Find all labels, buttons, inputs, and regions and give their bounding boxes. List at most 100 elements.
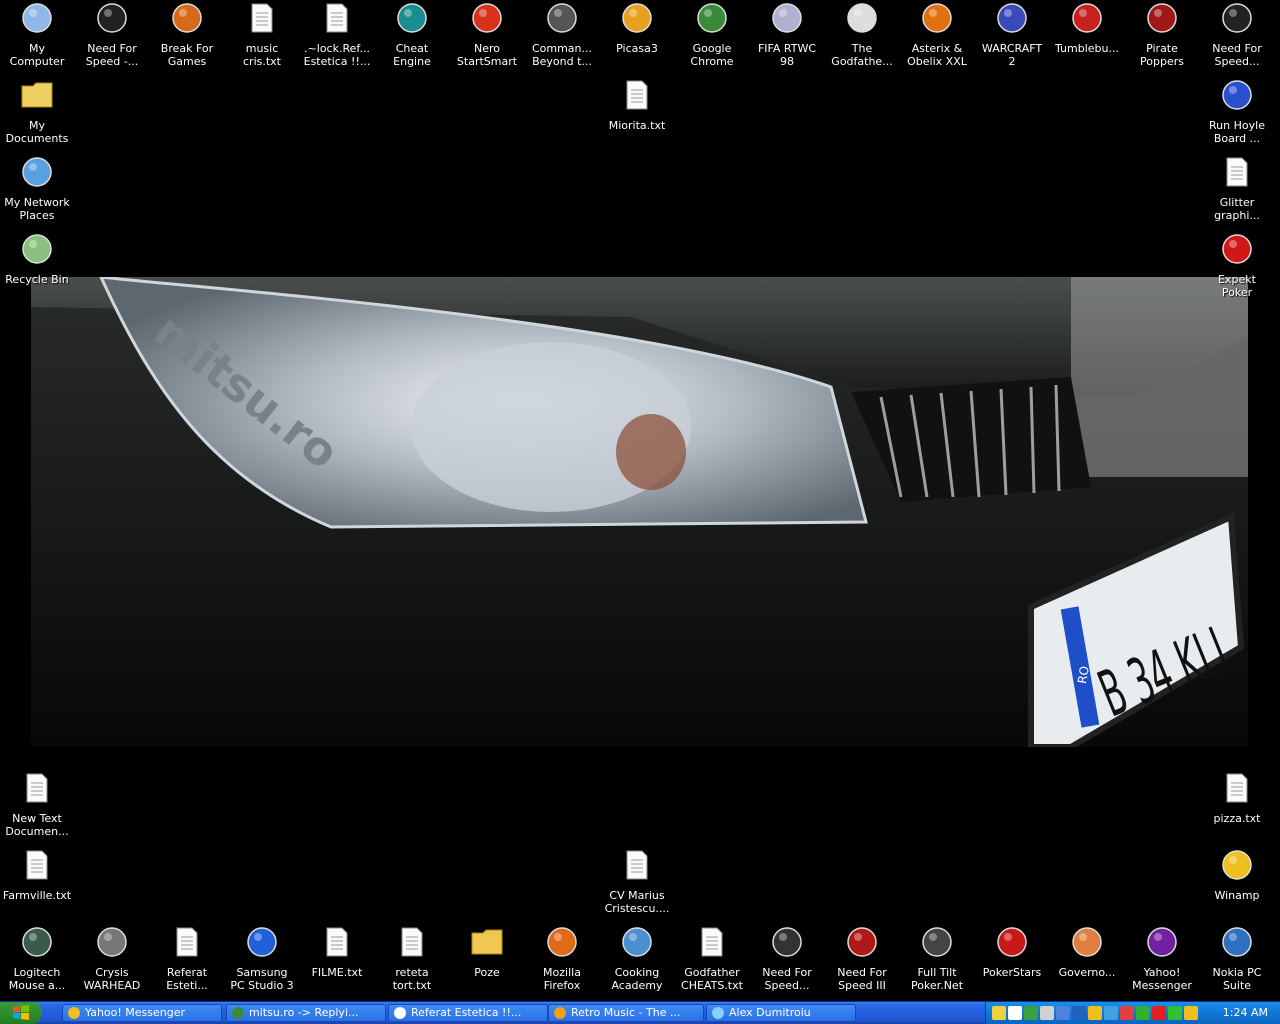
samsung-icon — [245, 925, 279, 959]
task-label: Yahoo! Messenger — [85, 1006, 186, 1019]
nokia-icon — [1220, 925, 1254, 959]
start-button[interactable] — [0, 1002, 42, 1024]
desktop-icon-label: Run Hoyle Board ... — [1209, 119, 1265, 145]
text-file-icon — [1220, 155, 1254, 189]
desktop-icon[interactable]: Need For Speed... — [750, 924, 824, 998]
desktop-icon-label: New Text Documen... — [5, 812, 69, 838]
windows-logo-icon — [13, 1005, 29, 1020]
tray-icon[interactable] — [1072, 1006, 1086, 1020]
desktop-icon[interactable]: WARCRAFT 2 — [975, 0, 1049, 74]
desktop-icon-label: music cris.txt — [243, 42, 281, 68]
tray-icon[interactable] — [992, 1006, 1006, 1020]
tray-icon[interactable] — [1088, 1006, 1102, 1020]
desktop-icon[interactable]: Winamp — [1200, 847, 1274, 921]
desktop-icon[interactable]: PokerStars — [975, 924, 1049, 998]
system-tray: 1:24 AM — [985, 1002, 1280, 1024]
document-icon — [320, 1, 354, 35]
desktop-icon[interactable]: Referat Esteti... — [150, 924, 224, 998]
task-label: Alex Dumitroiu — [729, 1006, 811, 1019]
desktop-icon[interactable]: Break For Games — [150, 0, 224, 74]
tray-icon[interactable] — [1136, 1006, 1150, 1020]
tray-icon[interactable] — [1040, 1006, 1054, 1020]
desktop-icon[interactable]: Glitter graphi... — [1200, 154, 1274, 228]
desktop-icon[interactable]: Tumblebu... — [1050, 0, 1124, 74]
task-referat[interactable]: Referat Estetica !!... — [388, 1004, 548, 1022]
expekt-icon — [1220, 232, 1254, 266]
nero-icon — [470, 1, 504, 35]
tray-icon[interactable] — [1024, 1006, 1038, 1020]
desktop-icon[interactable]: Need For Speed... — [1200, 0, 1274, 74]
task-yahoo-messenger[interactable]: Yahoo! Messenger — [62, 1004, 222, 1022]
desktop-icon-label: Full Tilt Poker.Net — [910, 966, 964, 992]
desktop-icon[interactable]: music cris.txt — [225, 0, 299, 74]
desktop-icon[interactable]: Farmville.txt — [0, 847, 74, 921]
desktop-icon[interactable]: Cheat Engine — [375, 0, 449, 74]
tray-icon[interactable] — [1168, 1006, 1182, 1020]
desktop-icon[interactable]: pizza.txt — [1200, 770, 1274, 844]
desktop-icon[interactable]: Godfather CHEATS.txt — [675, 924, 749, 998]
desktop-icon[interactable]: Comman... Beyond t... — [525, 0, 599, 74]
desktop-icon[interactable]: Need For Speed III — [825, 924, 899, 998]
desktop-icon-label: Poze — [474, 966, 500, 979]
desktop-icon[interactable]: Google Chrome — [675, 0, 749, 74]
tray-icon[interactable] — [1008, 1006, 1022, 1020]
desktop-icon[interactable]: Pirate Poppers — [1125, 0, 1199, 74]
desktop-icon[interactable]: Picasa3 — [600, 0, 674, 74]
desktop-icon[interactable]: Expekt Poker — [1200, 231, 1274, 305]
nfs-icon — [95, 1, 129, 35]
desktop-icon-label: My Computer — [9, 42, 65, 68]
chat-icon — [712, 1007, 724, 1019]
desktop-icon[interactable]: Full Tilt Poker.Net — [900, 924, 974, 998]
desktop-icon-label: Recycle Bin — [5, 273, 69, 286]
warcraft-icon — [995, 1, 1029, 35]
desktop-icon[interactable]: My Documents — [0, 77, 74, 151]
desktop-icon[interactable]: Recycle Bin — [0, 231, 74, 305]
desktop-icon[interactable]: Samsung PC Studio 3 — [225, 924, 299, 998]
desktop-icon-label: Cheat Engine — [393, 42, 431, 68]
tray-icon[interactable] — [1152, 1006, 1166, 1020]
desktop-icon[interactable]: My Network Places — [0, 154, 74, 228]
desktop-icon[interactable]: Yahoo! Messenger — [1125, 924, 1199, 998]
desktop-icon-label: Nokia PC Suite — [1212, 966, 1262, 992]
desktop-icon[interactable]: CV Marius Cristescu.... — [600, 847, 674, 921]
desktop-icon[interactable]: The Godfathe... — [825, 0, 899, 74]
chrome-icon — [232, 1007, 244, 1019]
task-retro-music[interactable]: Retro Music - The ... — [548, 1004, 704, 1022]
desktop-icon[interactable]: Mozilla Firefox — [525, 924, 599, 998]
desktop-icon[interactable]: Governo... — [1050, 924, 1124, 998]
tray-icon[interactable] — [1184, 1006, 1198, 1020]
desktop-icon[interactable]: Logitech Mouse a... — [0, 924, 74, 998]
task-chrome[interactable]: mitsu.ro -> Replyi... — [226, 1004, 386, 1022]
desktop-icon[interactable]: Poze — [450, 924, 524, 998]
grenade-icon — [545, 1, 579, 35]
document-icon — [170, 925, 204, 959]
desktop-icon[interactable]: Asterix & Obelix XXL — [900, 0, 974, 74]
desktop-icon-label: Crysis WARHEAD — [83, 966, 141, 992]
desktop-icon[interactable]: Run Hoyle Board ... — [1200, 77, 1274, 151]
desktop-icon[interactable]: Need For Speed -... — [75, 0, 149, 74]
task-label: Retro Music - The ... — [571, 1006, 681, 1019]
tray-icon[interactable] — [1104, 1006, 1118, 1020]
desktop-icon[interactable]: FILME.txt — [300, 924, 374, 998]
desktop-icon[interactable]: Nero StartSmart — [450, 0, 524, 74]
desktop-icon-label: FILME.txt — [311, 966, 363, 979]
crysis-icon — [95, 925, 129, 959]
desktop-icon[interactable]: My Computer — [0, 0, 74, 74]
desktop-icon[interactable]: reteta tort.txt — [375, 924, 449, 998]
tray-icon[interactable] — [1120, 1006, 1134, 1020]
desktop-icon-label: WARCRAFT 2 — [981, 42, 1043, 68]
desktop-icon[interactable]: Crysis WARHEAD — [75, 924, 149, 998]
desktop-icon[interactable]: Nokia PC Suite — [1200, 924, 1274, 998]
desktop-icon-label: Need For Speed... — [762, 966, 812, 992]
desktop-icon[interactable]: Miorita.txt — [600, 77, 674, 151]
clock[interactable]: 1:24 AM — [1223, 1002, 1268, 1024]
desktop-icon[interactable]: .~lock.Ref... Estetica !!... — [300, 0, 374, 74]
desktop-icon[interactable]: Cooking Academy — [600, 924, 674, 998]
desktop-icon-label: Farmville.txt — [2, 889, 72, 902]
task-alex[interactable]: Alex Dumitroiu — [706, 1004, 856, 1022]
desktop-icon[interactable]: New Text Documen... — [0, 770, 74, 844]
desktop-icon-label: Tumblebu... — [1055, 42, 1119, 55]
desktop-icon-label: CV Marius Cristescu.... — [604, 889, 670, 915]
desktop-icon[interactable]: FIFA RTWC 98 — [750, 0, 824, 74]
tray-icon[interactable] — [1056, 1006, 1070, 1020]
